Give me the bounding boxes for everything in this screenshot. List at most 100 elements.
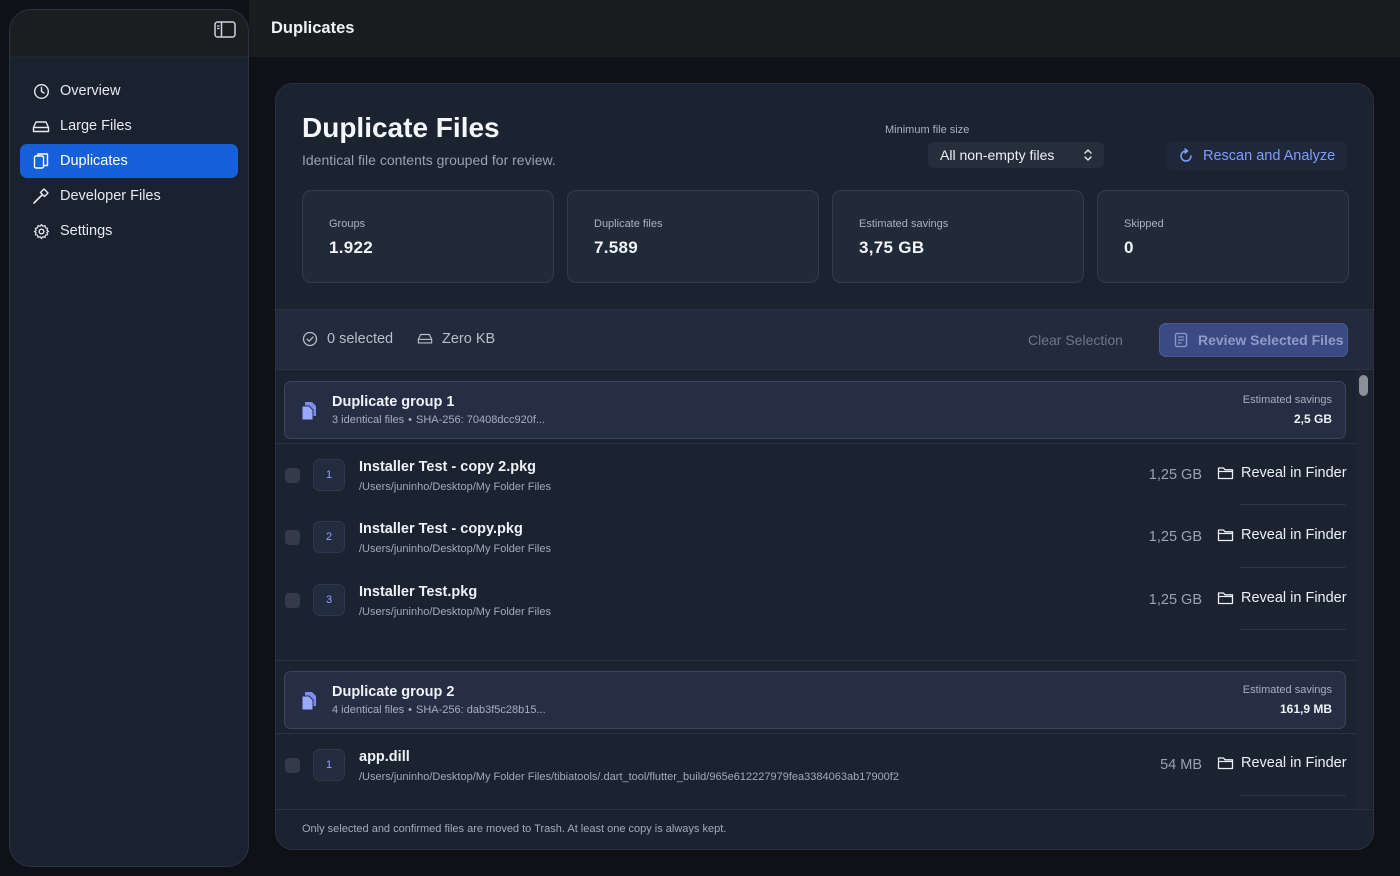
stat-value: 0 bbox=[1124, 238, 1134, 257]
clock-icon bbox=[32, 82, 50, 100]
rescan-label: Rescan and Analyze bbox=[1203, 148, 1336, 164]
file-path: /Users/juninho/Desktop/My Folder Files/t… bbox=[359, 771, 899, 783]
file-index-badge: 1 bbox=[313, 749, 345, 781]
sidebar-item-duplicates[interactable]: Duplicates bbox=[20, 144, 238, 178]
duplicates-panel: Duplicate Files Identical file contents … bbox=[275, 83, 1374, 850]
rescan-button[interactable]: Rescan and Analyze bbox=[1166, 141, 1347, 171]
stat-label: Duplicate files bbox=[594, 218, 663, 230]
gear-icon bbox=[32, 222, 50, 240]
divider bbox=[1240, 504, 1346, 505]
folder-icon bbox=[1217, 591, 1234, 606]
file-row: 1 app.dill /Users/juninho/Desktop/My Fol… bbox=[276, 734, 1351, 796]
group-header: Duplicate group 2 4 identical files • SHA-… bbox=[284, 671, 1346, 729]
selection-count: 0 selected bbox=[302, 331, 393, 347]
stat-card-skipped: Skipped 0 bbox=[1097, 190, 1349, 283]
divider bbox=[1240, 629, 1346, 630]
file-name: app.dill bbox=[359, 749, 410, 765]
duplicate-icon bbox=[299, 400, 319, 422]
stat-label: Skipped bbox=[1124, 218, 1164, 230]
title-bar: Duplicates bbox=[249, 0, 1400, 57]
hammer-icon bbox=[32, 187, 50, 205]
reveal-in-finder-button[interactable]: Reveal in Finder bbox=[1217, 465, 1347, 481]
sidebar-toolbar bbox=[10, 10, 248, 57]
file-row: 2 Installer Test - copy.pkg /Users/junin… bbox=[276, 506, 1351, 568]
reveal-in-finder-button[interactable]: Reveal in Finder bbox=[1217, 590, 1347, 606]
group-count: 3 identical files bbox=[332, 414, 405, 426]
group-count: 4 identical files bbox=[332, 704, 405, 716]
folder-icon bbox=[1217, 528, 1234, 543]
sidebar-item-label: Large Files bbox=[60, 118, 132, 134]
divider bbox=[1240, 795, 1346, 796]
file-index-badge: 2 bbox=[313, 521, 345, 553]
footer-note: Only selected and confirmed files are mo… bbox=[302, 823, 727, 835]
stats-row: Groups 1.922 Duplicate files 7.589 Estim… bbox=[302, 190, 1349, 283]
file-index-badge: 1 bbox=[313, 459, 345, 491]
sidebar-item-label: Duplicates bbox=[60, 153, 128, 169]
sidebar-nav: Overview Large Files Duplicates Develope… bbox=[10, 57, 248, 248]
selection-size: Zero KB bbox=[417, 331, 495, 347]
duplicate-icon bbox=[32, 152, 50, 170]
checkmark-circle-icon bbox=[302, 331, 318, 347]
min-size-select[interactable]: All non-empty files bbox=[928, 142, 1104, 168]
scrollbar-thumb[interactable] bbox=[1359, 375, 1368, 396]
reveal-label: Reveal in Finder bbox=[1241, 755, 1347, 771]
file-path: /Users/juninho/Desktop/My Folder Files bbox=[359, 606, 551, 618]
file-checkbox[interactable] bbox=[285, 468, 300, 483]
file-checkbox[interactable] bbox=[285, 593, 300, 608]
reveal-label: Reveal in Finder bbox=[1241, 527, 1347, 543]
drive-icon bbox=[32, 117, 50, 135]
reveal-label: Reveal in Finder bbox=[1241, 590, 1347, 606]
file-checkbox[interactable] bbox=[285, 530, 300, 545]
duplicate-icon bbox=[299, 690, 319, 712]
sidebar-item-label: Settings bbox=[60, 223, 113, 239]
file-name: Installer Test.pkg bbox=[359, 584, 478, 600]
file-size: 54 MB bbox=[1160, 757, 1202, 773]
min-size-value: All non-empty files bbox=[940, 147, 1055, 163]
file-size: 1,25 GB bbox=[1148, 529, 1202, 545]
divider bbox=[276, 660, 1356, 661]
scrollbar-track[interactable] bbox=[1356, 371, 1368, 809]
group-meta: 4 identical files • SHA-256: dab3f5c28b15.… bbox=[332, 704, 546, 716]
sidebar: Overview Large Files Duplicates Develope… bbox=[9, 9, 249, 867]
stat-card-groups: Groups 1.922 bbox=[302, 190, 554, 283]
sidebar-item-label: Overview bbox=[60, 83, 121, 99]
stat-value: 1.922 bbox=[329, 238, 374, 257]
review-selected-button[interactable]: Review Selected Files bbox=[1159, 323, 1348, 357]
stat-card-estimated-savings: Estimated savings 3,75 GB bbox=[832, 190, 1084, 283]
reveal-in-finder-button[interactable]: Reveal in Finder bbox=[1217, 755, 1347, 771]
file-name: Installer Test - copy 2.pkg bbox=[359, 459, 537, 475]
stat-label: Groups bbox=[329, 218, 366, 230]
sidebar-toggle-icon[interactable] bbox=[213, 20, 237, 40]
file-path: /Users/juninho/Desktop/My Folder Files bbox=[359, 481, 551, 493]
file-checkbox[interactable] bbox=[285, 758, 300, 773]
file-row: 3 Installer Test.pkg /Users/juninho/Desk… bbox=[276, 569, 1351, 631]
sidebar-item-developer-files[interactable]: Developer Files bbox=[20, 179, 238, 213]
clear-selection-button[interactable]: Clear Selection bbox=[1028, 332, 1123, 348]
reveal-label: Reveal in Finder bbox=[1241, 465, 1347, 481]
selection-count-text: 0 selected bbox=[327, 331, 394, 347]
stat-value: 7.589 bbox=[594, 238, 639, 257]
sidebar-item-large-files[interactable]: Large Files bbox=[20, 109, 238, 143]
stat-label: Estimated savings bbox=[859, 218, 949, 230]
group-header: Duplicate group 1 3 identical files • SHA-… bbox=[284, 381, 1346, 439]
divider bbox=[276, 809, 1373, 810]
sidebar-item-settings[interactable]: Settings bbox=[20, 214, 238, 248]
reveal-in-finder-button[interactable]: Reveal in Finder bbox=[1217, 527, 1347, 543]
document-review-icon bbox=[1174, 332, 1188, 348]
sidebar-item-overview[interactable]: Overview bbox=[20, 74, 238, 108]
sidebar-item-label: Developer Files bbox=[60, 188, 161, 204]
file-size: 1,25 GB bbox=[1148, 467, 1202, 483]
stat-value: 3,75 GB bbox=[859, 238, 925, 257]
file-index-badge: 3 bbox=[313, 584, 345, 616]
group-savings-value: 2,5 GB bbox=[1293, 412, 1332, 426]
selection-bar: 0 selected Zero KB Clear Selection Revie… bbox=[276, 309, 1373, 370]
group-savings-value: 161,9 MB bbox=[1279, 702, 1332, 716]
duplicate-groups-list[interactable]: Duplicate group 1 3 identical files • SHA-… bbox=[276, 371, 1373, 809]
group-hash: SHA-256: dab3f5c28b15... bbox=[416, 704, 546, 716]
group-savings-label: Estimated savings bbox=[1242, 684, 1332, 696]
refresh-icon bbox=[1178, 148, 1194, 164]
window-title: Duplicates bbox=[271, 19, 355, 37]
selection-size-text: Zero KB bbox=[442, 331, 496, 347]
group-hash: SHA-256: 70408dcc920f... bbox=[416, 414, 546, 426]
chevron-up-down-icon bbox=[1082, 147, 1094, 163]
